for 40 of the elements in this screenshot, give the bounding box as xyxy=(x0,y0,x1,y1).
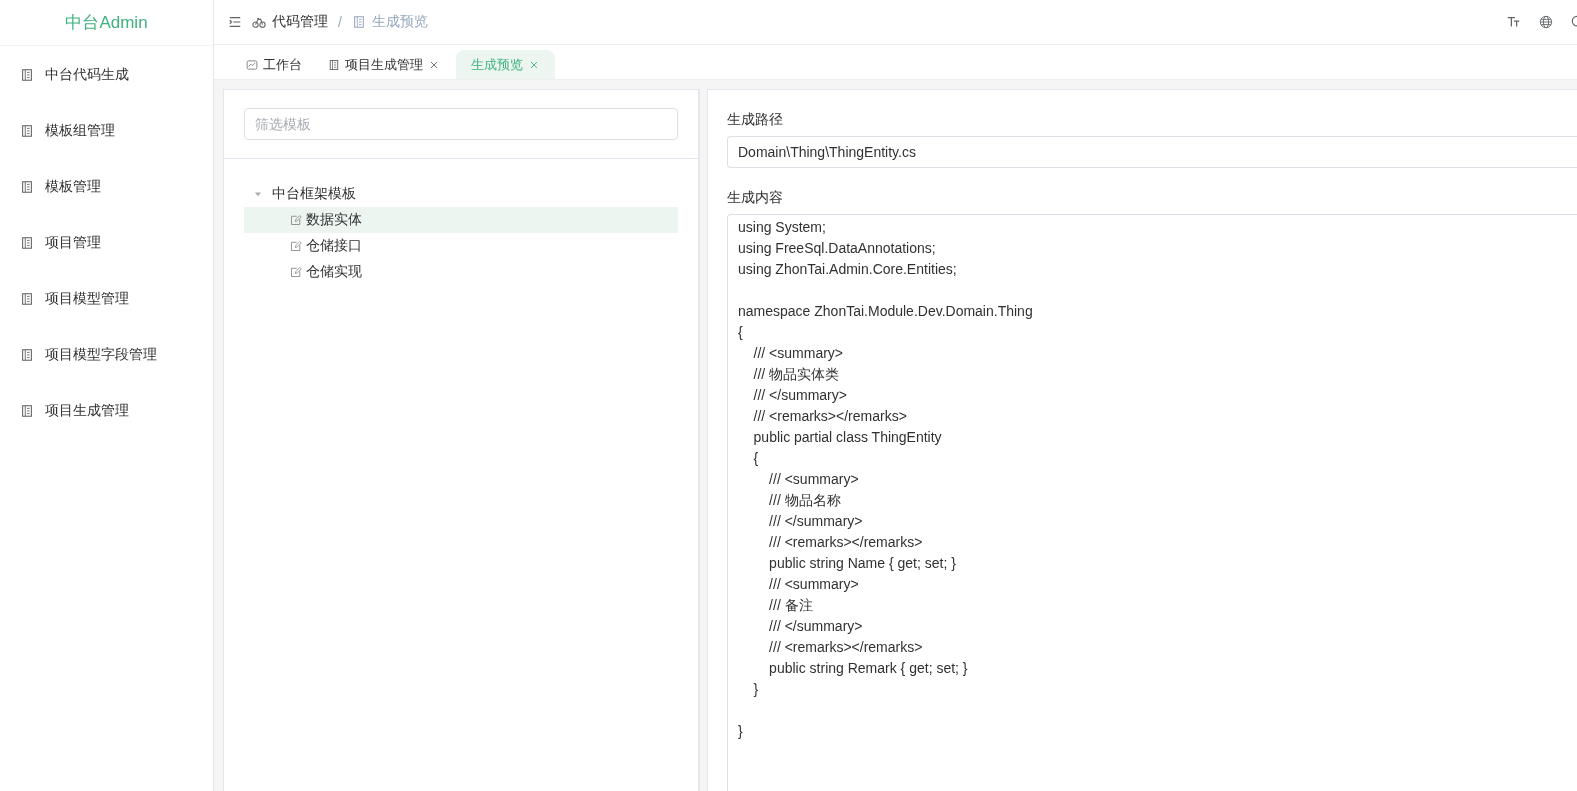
field-label: 生成路径 xyxy=(727,110,784,129)
document-icon xyxy=(20,404,34,418)
tab[interactable]: 工作台 xyxy=(236,50,312,79)
font-size-icon xyxy=(1507,15,1521,29)
chart-icon xyxy=(246,58,258,71)
language-button[interactable] xyxy=(1537,13,1555,31)
document-icon xyxy=(20,68,34,82)
document-icon xyxy=(328,58,340,71)
sidebar-item[interactable]: 中台代码生成 xyxy=(0,47,213,103)
path-field[interactable]: Domain\Thing\ThingEntity.cs xyxy=(727,136,1577,168)
tree-node[interactable]: 数据实体 xyxy=(244,207,678,233)
document-icon xyxy=(20,180,34,194)
document-icon xyxy=(20,292,34,306)
document-icon xyxy=(351,15,366,29)
breadcrumb-item: 生成预览 xyxy=(351,13,428,31)
tree-node[interactable]: 中台框架模板 xyxy=(244,181,678,207)
sidebar-item[interactable]: 模板管理 xyxy=(0,159,213,215)
breadcrumb-separator: / xyxy=(338,14,342,30)
bicycle-icon xyxy=(252,15,266,29)
edit-icon xyxy=(290,240,302,252)
sidebar-item[interactable]: 项目管理 xyxy=(0,215,213,271)
document-icon xyxy=(20,348,34,362)
globe-icon xyxy=(1539,15,1553,29)
document-icon xyxy=(20,124,34,138)
tree-node[interactable]: 仓储接口 xyxy=(244,233,678,259)
breadcrumb-item[interactable]: 代码管理 xyxy=(252,13,328,31)
tab[interactable]: 项目生成管理 xyxy=(318,50,450,79)
sidebar-item[interactable]: 项目生成管理 xyxy=(0,383,213,439)
edit-icon xyxy=(290,214,302,226)
sidebar-item[interactable]: 项目模型字段管理 xyxy=(0,327,213,383)
sidebar-item[interactable]: 模板组管理 xyxy=(0,103,213,159)
edit-icon xyxy=(290,266,302,278)
app-logo: 中台Admin xyxy=(0,0,213,46)
code-field[interactable]: using System; using FreeSql.DataAnnotations; using ZhonTai.Admin.Core.Entities; namespace ZhonTai.Module.Dev.Domain.Thing { /// <summary> /// 物品实体类 /// </summary> /// <remarks></remarks> public partial class ThingEntity { /// <summary> /// 物品名称 /// </summary> /// <remarks></remarks> public string Name { get; set; } /// <summary> /// 备注 /// </summary> /// <remarks></remarks> public string Remark { get; set; } } } xyxy=(727,214,1577,791)
field-label: 生成内容 xyxy=(727,188,784,207)
sidebar-item[interactable]: 项目模型管理 xyxy=(0,271,213,327)
document-icon xyxy=(20,236,34,250)
menu-icon xyxy=(228,15,242,29)
tree-node[interactable]: 仓储实现 xyxy=(244,259,678,285)
filter-field[interactable]: 筛选模板 xyxy=(244,108,678,140)
